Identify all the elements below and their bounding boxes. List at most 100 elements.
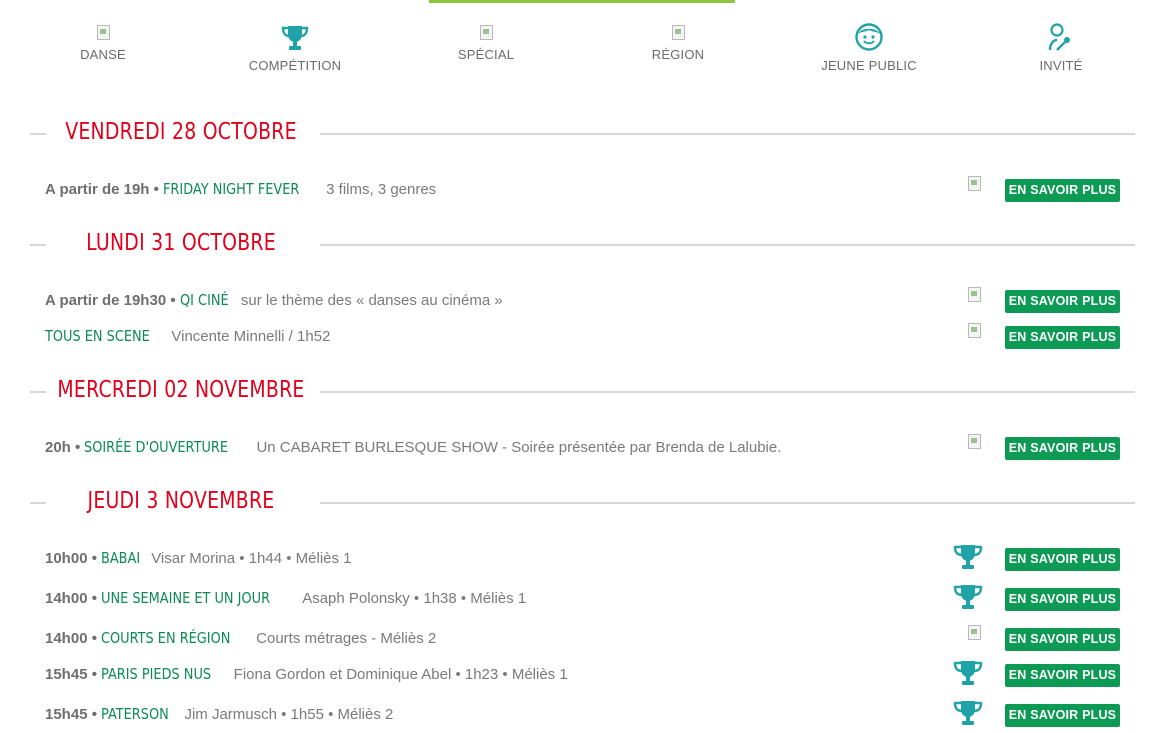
- event-description: Courts métrages - Méliès 2: [256, 630, 437, 647]
- microphone-icon: [1048, 23, 1070, 51]
- event-row: 10h00 • BABAI Visar Morina • 1h44 • Méli…: [0, 540, 1151, 576]
- trophy-icon: [953, 661, 983, 685]
- divider: [30, 502, 46, 504]
- event-category-icon: [950, 433, 986, 463]
- bullet-separator: •: [87, 550, 102, 567]
- day-header: VENDREDI 28 OCTOBRE: [0, 114, 1151, 154]
- event-film-title[interactable]: UNE SEMAINE ET UN JOUR: [101, 580, 270, 616]
- day-header: JEUDI 3 NOVEMBRE: [0, 483, 1151, 523]
- event-text: 14h00 • UNE SEMAINE ET UN JOUR Asaph Pol…: [45, 580, 526, 617]
- trophy-icon: [953, 585, 983, 609]
- event-description: Vincente Minnelli / 1h52: [171, 328, 331, 345]
- divider: [320, 502, 1135, 504]
- event-film-title[interactable]: BABAI: [101, 540, 140, 576]
- event-category-icon: [950, 175, 986, 205]
- event-film-title[interactable]: TOUS EN SCENE: [45, 318, 150, 354]
- event-text: 15h45 • PATERSON Jim Jarmusch • 1h55 • M…: [45, 696, 393, 733]
- event-row: TOUS EN SCENE Vincente Minnelli / 1h52 E…: [0, 318, 1151, 354]
- broken-image-icon: [95, 24, 111, 40]
- event-text: 15h45 • PARIS PIEDS NUS Fiona Gordon et …: [45, 656, 568, 693]
- day-title: VENDREDI 28 OCTOBRE: [65, 119, 297, 145]
- event-text: 20h • SOIRÉE D'OUVERTURE Un CABARET BURL…: [45, 429, 781, 466]
- event-film-title[interactable]: SOIRÉE D'OUVERTURE: [84, 429, 228, 465]
- divider: [320, 244, 1135, 246]
- event-text: A partir de 19h • FRIDAY NIGHT FEVER 3 f…: [45, 171, 436, 208]
- event-time: 14h00: [45, 590, 88, 607]
- event-time: 15h45: [45, 706, 88, 723]
- event-category-icon: [950, 624, 986, 654]
- event-film-title[interactable]: PATERSON: [101, 696, 169, 732]
- event-row: A partir de 19h30 • QI CINÉ sur le thème…: [0, 282, 1151, 318]
- category-invite[interactable]: INVITÉ: [996, 22, 1126, 73]
- event-text: 10h00 • BABAI Visar Morina • 1h44 • Méli…: [45, 540, 352, 577]
- event-text: A partir de 19h30 • QI CINÉ sur le thème…: [45, 282, 503, 319]
- event-row: 15h45 • PARIS PIEDS NUS Fiona Gordon et …: [0, 656, 1151, 692]
- event-text: 14h00 • COURTS EN RÉGION Courts métrages…: [45, 620, 436, 657]
- divider: [30, 244, 46, 246]
- trophy-icon: [281, 26, 309, 50]
- more-info-button[interactable]: EN SAVOIR PLUS: [1005, 704, 1120, 727]
- event-row: 14h00 • UNE SEMAINE ET UN JOUR Asaph Pol…: [0, 580, 1151, 616]
- bullet-separator: •: [70, 439, 85, 456]
- category-competition[interactable]: COMPÉTITION: [230, 24, 360, 73]
- category-region[interactable]: RÉGION: [613, 24, 743, 62]
- event-time: A partir de 19h: [45, 181, 150, 198]
- bullet-separator: •: [87, 706, 102, 723]
- event-row: 15h45 • PATERSON Jim Jarmusch • 1h55 • M…: [0, 696, 1151, 732]
- category-danse[interactable]: DANSE: [38, 24, 168, 62]
- divider: [30, 133, 46, 135]
- category-label: COMPÉTITION: [248, 58, 342, 73]
- bullet-separator: •: [149, 181, 164, 198]
- category-special[interactable]: SPÉCIAL: [421, 24, 551, 62]
- more-info-button[interactable]: EN SAVOIR PLUS: [1005, 548, 1120, 571]
- more-info-button[interactable]: EN SAVOIR PLUS: [1005, 290, 1120, 313]
- day-header: MERCREDI 02 NOVEMBRE: [0, 372, 1151, 412]
- event-description: Fiona Gordon et Dominique Abel • 1h23 • …: [233, 666, 568, 683]
- event-description: Jim Jarmusch • 1h55 • Méliès 2: [184, 706, 394, 723]
- event-film-title[interactable]: QI CINÉ: [180, 282, 229, 318]
- more-info-button[interactable]: EN SAVOIR PLUS: [1005, 664, 1120, 687]
- event-film-title[interactable]: COURTS EN RÉGION: [101, 620, 230, 656]
- event-time: 20h: [45, 439, 71, 456]
- event-time: 10h00: [45, 550, 88, 567]
- broken-image-icon: [478, 24, 494, 40]
- day-title: JEUDI 3 NOVEMBRE: [87, 488, 275, 514]
- child-face-icon: [855, 23, 883, 51]
- more-info-button[interactable]: EN SAVOIR PLUS: [1005, 326, 1120, 349]
- category-jeune-public[interactable]: JEUNE PUBLIC: [804, 22, 934, 73]
- category-label: SPÉCIAL: [457, 47, 515, 62]
- trophy-icon: [953, 701, 983, 725]
- event-film-title[interactable]: PARIS PIEDS NUS: [101, 656, 211, 692]
- broken-image-icon: [670, 24, 686, 40]
- more-info-button[interactable]: EN SAVOIR PLUS: [1005, 437, 1120, 460]
- event-film-title[interactable]: FRIDAY NIGHT FEVER: [163, 171, 299, 207]
- divider: [30, 391, 46, 393]
- category-label: JEUNE PUBLIC: [821, 58, 917, 73]
- more-info-button[interactable]: EN SAVOIR PLUS: [1005, 628, 1120, 651]
- broken-image-icon: [966, 624, 982, 640]
- event-time: 15h45: [45, 666, 88, 683]
- divider: [320, 133, 1135, 135]
- category-label: INVITÉ: [1039, 58, 1083, 73]
- bullet-separator: •: [166, 292, 180, 309]
- event-description: Visar Morina • 1h44 • Méliès 1: [151, 550, 352, 567]
- event-category-icon: [950, 322, 986, 352]
- category-label: DANSE: [80, 47, 126, 62]
- more-info-button[interactable]: EN SAVOIR PLUS: [1005, 588, 1120, 611]
- category-filter-bar: DANSE COMPÉTITION SPÉCIAL RÉGION JEUNE P…: [0, 0, 1151, 90]
- broken-image-icon: [966, 286, 982, 302]
- event-description: 3 films, 3 genres: [326, 181, 437, 198]
- day-header: LUNDI 31 OCTOBRE: [0, 225, 1151, 265]
- event-text: TOUS EN SCENE Vincente Minnelli / 1h52: [45, 318, 330, 355]
- trophy-icon: [953, 545, 983, 569]
- day-title: MERCREDI 02 NOVEMBRE: [57, 377, 305, 403]
- more-info-button[interactable]: EN SAVOIR PLUS: [1005, 179, 1120, 202]
- day-title: LUNDI 31 OCTOBRE: [86, 230, 276, 256]
- event-description: sur le thème des « danses au cinéma »: [240, 292, 503, 309]
- event-row: A partir de 19h • FRIDAY NIGHT FEVER 3 f…: [0, 171, 1151, 207]
- event-category-icon: [950, 286, 986, 316]
- event-row: 20h • SOIRÉE D'OUVERTURE Un CABARET BURL…: [0, 429, 1151, 465]
- bullet-separator: •: [87, 666, 102, 683]
- category-label: RÉGION: [651, 47, 705, 62]
- broken-image-icon: [966, 175, 982, 191]
